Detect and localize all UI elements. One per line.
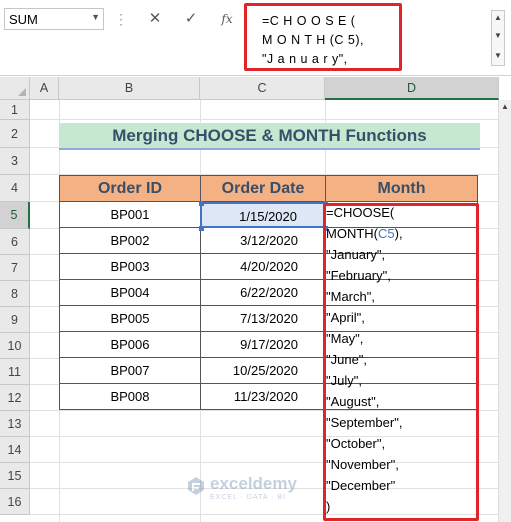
highlight-box: [323, 203, 479, 521]
column-header-c[interactable]: C: [200, 77, 325, 100]
row-header-1[interactable]: 1: [0, 100, 30, 120]
fill-handle[interactable]: [199, 226, 204, 231]
row-header-14[interactable]: 14: [0, 437, 30, 463]
cell-order-id[interactable]: BP007: [59, 358, 201, 384]
cell-order-date[interactable]: 3/12/2020: [200, 228, 326, 254]
cell-order-id[interactable]: BP001: [59, 202, 201, 228]
cell-order-date[interactable]: 6/22/2020: [200, 280, 326, 306]
row-header-9[interactable]: 9: [0, 307, 30, 333]
cell-order-id[interactable]: BP004: [59, 280, 201, 306]
scroll-up-icon[interactable]: ▲: [501, 102, 509, 111]
row-header-10[interactable]: 10: [0, 333, 30, 359]
header-month[interactable]: Month: [325, 175, 478, 202]
cancel-icon[interactable]: ✕: [145, 8, 165, 30]
row-header-12[interactable]: 12: [0, 385, 30, 411]
cell-order-date[interactable]: 11/23/2020: [200, 384, 326, 410]
header-order-id[interactable]: Order ID: [59, 175, 201, 202]
row-header-7[interactable]: 7: [0, 255, 30, 281]
column-header-a[interactable]: A: [30, 77, 59, 100]
drag-handle-icon[interactable]: ⋮: [114, 8, 128, 30]
header-order-date[interactable]: Order Date: [200, 175, 326, 202]
fill-handle[interactable]: [199, 201, 204, 206]
scroll-down-icon[interactable]: ▼: [492, 31, 504, 40]
cell-order-date[interactable]: 10/25/2020: [200, 358, 326, 384]
watermark-tagline: EXCEL · DATA · BI: [210, 494, 286, 501]
watermark-name: exceldemy: [210, 474, 297, 493]
cell-order-date[interactable]: 4/20/2020: [200, 254, 326, 280]
column-header-b[interactable]: B: [59, 77, 200, 100]
cell-order-date[interactable]: 1/15/2020: [200, 202, 326, 228]
cell-order-id[interactable]: BP008: [59, 384, 201, 410]
cell-order-date[interactable]: 7/13/2020: [200, 306, 326, 332]
formula-bar: SUM ▼ ⋮ ✕ ✓ fx =C H O O S E ( M O N T H …: [0, 0, 511, 76]
formula-line: =C H O O S E (: [262, 14, 356, 28]
row-header-6[interactable]: 6: [0, 229, 30, 255]
row-header-5[interactable]: 5: [0, 202, 30, 229]
column-header-d[interactable]: D: [325, 77, 499, 100]
cell-order-id[interactable]: BP005: [59, 306, 201, 332]
chevron-down-icon[interactable]: ▼: [91, 12, 100, 22]
formula-line: "J a n u a r y",: [262, 52, 348, 66]
formula-input[interactable]: =C H O O S E ( M O N T H (C 5), "J a n u…: [244, 3, 402, 71]
row-header-16[interactable]: 16: [0, 489, 30, 515]
row-header-8[interactable]: 8: [0, 281, 30, 307]
cell-order-date[interactable]: 9/17/2020: [200, 332, 326, 358]
row-header-4[interactable]: 4: [0, 175, 30, 202]
row-header-11[interactable]: 11: [0, 359, 30, 385]
formula-line: M O N T H (C 5),: [262, 33, 364, 47]
formula-bar-scrollbar[interactable]: ▲ ▼ ▼: [491, 10, 505, 66]
row-header-13[interactable]: 13: [0, 411, 30, 437]
vertical-scrollbar[interactable]: ▲: [498, 100, 511, 522]
enter-icon[interactable]: ✓: [181, 8, 201, 30]
cell-order-id[interactable]: BP006: [59, 332, 201, 358]
row-header-3[interactable]: 3: [0, 148, 30, 175]
name-box-value: SUM: [9, 12, 38, 27]
expand-icon[interactable]: ▼: [492, 51, 504, 60]
row-header-2[interactable]: 2: [0, 120, 30, 148]
exceldemy-logo-icon: [188, 477, 204, 495]
insert-function-icon[interactable]: fx: [217, 8, 237, 30]
sheet-title[interactable]: Merging CHOOSE & MONTH Functions: [59, 123, 480, 150]
cell-order-id[interactable]: BP003: [59, 254, 201, 280]
row-header-15[interactable]: 15: [0, 463, 30, 489]
scroll-up-icon[interactable]: ▲: [492, 13, 504, 22]
cell-order-id[interactable]: BP002: [59, 228, 201, 254]
worksheet-grid: A B C D 1 2 3 4 5 6 7 8 9 10 11 12 13 14 15 16 Merging …: [0, 77, 511, 522]
select-all-button[interactable]: [0, 77, 30, 100]
name-box[interactable]: SUM ▼: [4, 8, 104, 30]
